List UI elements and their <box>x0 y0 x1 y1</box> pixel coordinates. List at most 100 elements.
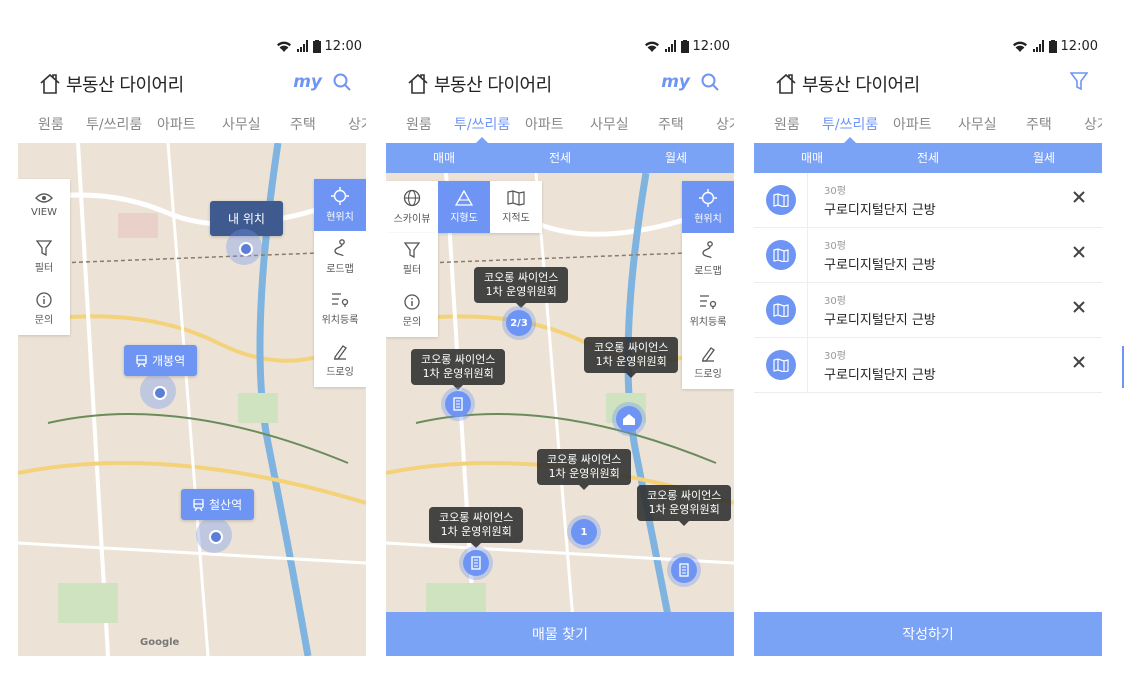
tab-store[interactable]: 상가 <box>716 114 734 134</box>
map-area[interactable]: VIEW 필터 문의 현위치 로드맵 위치등록 드로잉 내 위치 개봉역 철산역… <box>18 143 366 656</box>
roadmap-button[interactable]: 로드맵 <box>682 233 734 285</box>
tab-apartment[interactable]: 아파트 <box>525 114 564 134</box>
filter-icon[interactable] <box>1070 72 1088 90</box>
list-item[interactable]: 30평 구로디지털단지 근방 <box>754 227 1102 283</box>
station-pin-gaebong[interactable]: 개봉역 <box>124 345 198 376</box>
property-tooltip[interactable]: 코오롱 싸이언스 1차 운영위원회 <box>429 507 524 548</box>
search-icon[interactable] <box>332 72 352 92</box>
subtab-sale[interactable]: 매매 <box>754 143 870 173</box>
terrain-label: 지형도 <box>450 213 478 224</box>
drawing-label: 드로잉 <box>694 369 722 380</box>
close-icon[interactable] <box>1072 355 1086 369</box>
view-button[interactable]: VIEW <box>18 179 70 231</box>
tab-store[interactable]: 상가 <box>348 114 366 134</box>
tab-apartment[interactable]: 아파트 <box>893 114 932 134</box>
item-size: 30평 <box>824 351 846 362</box>
tab-tworoom[interactable]: 투/쓰리룸 <box>86 114 142 134</box>
register-location-button[interactable]: 위치등록 <box>682 285 734 337</box>
property-tooltip[interactable]: 코오롱 싸이언스 1차 운영위원회 <box>584 337 679 378</box>
search-icon[interactable] <box>700 72 720 92</box>
my-location-dot <box>226 229 262 265</box>
subtab-monthly[interactable]: 월세 <box>986 143 1102 173</box>
tab-oneroom[interactable]: 원룸 <box>406 114 432 134</box>
map-icon <box>765 350 796 380</box>
drawing-button[interactable]: 드로잉 <box>314 335 366 387</box>
tooltip-line2: 1차 운영위원회 <box>440 525 512 538</box>
tab-tworoom[interactable]: 투/쓰리룸 <box>822 114 878 134</box>
tab-house[interactable]: 주택 <box>290 114 316 134</box>
property-tooltip[interactable]: 코오롱 싸이언스 1차 운영위원회 <box>637 485 732 526</box>
current-location-button[interactable]: 현위치 <box>682 181 734 233</box>
roadmap-button[interactable]: 로드맵 <box>314 231 366 283</box>
map-area[interactable]: 스카이뷰 지형도 지적도 필터 문의 현위치 로드맵 위치등록 드로잉 코오롱 … <box>386 173 734 656</box>
filter-button[interactable]: 필터 <box>386 233 438 285</box>
home-icon[interactable] <box>38 72 62 96</box>
property-tooltip[interactable]: 코오롱 싸이언스 1차 운영위원회 <box>474 267 569 308</box>
map-icon <box>765 295 796 325</box>
tooltip-line1: 코오롱 싸이언스 <box>594 341 669 354</box>
subtab-jeonse[interactable]: 전세 <box>502 143 618 173</box>
category-tabs: 원룸 투/쓰리룸 아파트 사무실 주택 상가 <box>386 110 734 136</box>
tab-office[interactable]: 사무실 <box>222 114 261 134</box>
property-marker[interactable] <box>445 391 471 417</box>
inquiry-button[interactable]: 문의 <box>386 285 438 337</box>
my-button[interactable]: my <box>293 72 322 92</box>
tab-house[interactable]: 주택 <box>658 114 684 134</box>
tab-office[interactable]: 사무실 <box>590 114 629 134</box>
tooltip-line1: 코오롱 싸이언스 <box>421 353 496 366</box>
find-property-button[interactable]: 매물 찾기 <box>386 612 734 656</box>
filter-label: 필터 <box>402 265 422 276</box>
tab-oneroom[interactable]: 원룸 <box>38 114 64 134</box>
list-item[interactable]: 30평 구로디지털단지 근방 <box>754 282 1102 338</box>
subtab-monthly[interactable]: 월세 <box>618 143 734 173</box>
wifi-icon <box>1012 41 1027 52</box>
tab-store[interactable]: 상가 <box>1084 114 1102 134</box>
cluster-marker[interactable]: 2/3 <box>506 310 532 336</box>
info-icon <box>404 294 420 310</box>
tab-oneroom[interactable]: 원룸 <box>774 114 800 134</box>
subtab-jeonse[interactable]: 전세 <box>870 143 986 173</box>
filter-button[interactable]: 필터 <box>18 231 70 283</box>
property-marker[interactable] <box>616 406 642 432</box>
current-location-button[interactable]: 현위치 <box>314 179 366 231</box>
tab-house[interactable]: 주택 <box>1026 114 1052 134</box>
property-marker[interactable] <box>463 550 489 576</box>
drawing-button[interactable]: 드로잉 <box>682 337 734 389</box>
cluster-count: 1 <box>580 526 588 538</box>
right-control-panel: 현위치 로드맵 위치등록 드로잉 <box>682 181 734 389</box>
cluster-marker[interactable]: 1 <box>571 519 597 545</box>
terrain-button[interactable]: 지형도 <box>438 181 490 233</box>
property-tooltip[interactable]: 코오롱 싸이언스 1차 운영위원회 <box>411 349 506 390</box>
register-location-button[interactable]: 위치등록 <box>314 283 366 335</box>
close-icon[interactable] <box>1072 300 1086 314</box>
list-item[interactable]: 30평 구로디지털단지 근방 <box>754 337 1102 393</box>
map-icon <box>765 240 796 270</box>
subtab-sale[interactable]: 매매 <box>386 143 502 173</box>
deal-type-tabs: 매매 전세 월세 <box>386 137 734 173</box>
crosshair-icon <box>331 187 349 205</box>
tab-apartment[interactable]: 아파트 <box>157 114 196 134</box>
home-icon[interactable] <box>774 72 798 96</box>
inquiry-label: 문의 <box>402 317 422 328</box>
inquiry-button[interactable]: 문의 <box>18 283 70 335</box>
property-marker[interactable] <box>671 557 697 583</box>
status-time: 12:00 <box>324 38 362 54</box>
cadastral-button[interactable]: 지적도 <box>490 181 542 233</box>
list-item[interactable]: 30평 구로디지털단지 근방 <box>754 172 1102 228</box>
my-button[interactable]: my <box>661 72 690 92</box>
terrain-icon <box>455 190 473 206</box>
deal-type-tabs: 매매 전세 월세 <box>754 137 1102 173</box>
tab-tworoom[interactable]: 투/쓰리룸 <box>454 114 510 134</box>
tab-office[interactable]: 사무실 <box>958 114 997 134</box>
home-icon[interactable] <box>406 72 430 96</box>
station-pin-cheolsan[interactable]: 철산역 <box>181 489 255 520</box>
close-icon[interactable] <box>1072 245 1086 259</box>
skyview-button[interactable]: 스카이뷰 <box>386 181 438 233</box>
station-dot-cheolsan <box>196 517 232 553</box>
write-button[interactable]: 작성하기 <box>754 612 1102 656</box>
battery-icon <box>312 39 321 53</box>
building-icon <box>453 397 463 411</box>
property-tooltip[interactable]: 코오롱 싸이언스 1차 운영위원회 <box>537 449 632 490</box>
close-icon[interactable] <box>1072 190 1086 204</box>
roadmap-label: 로드맵 <box>694 266 722 277</box>
